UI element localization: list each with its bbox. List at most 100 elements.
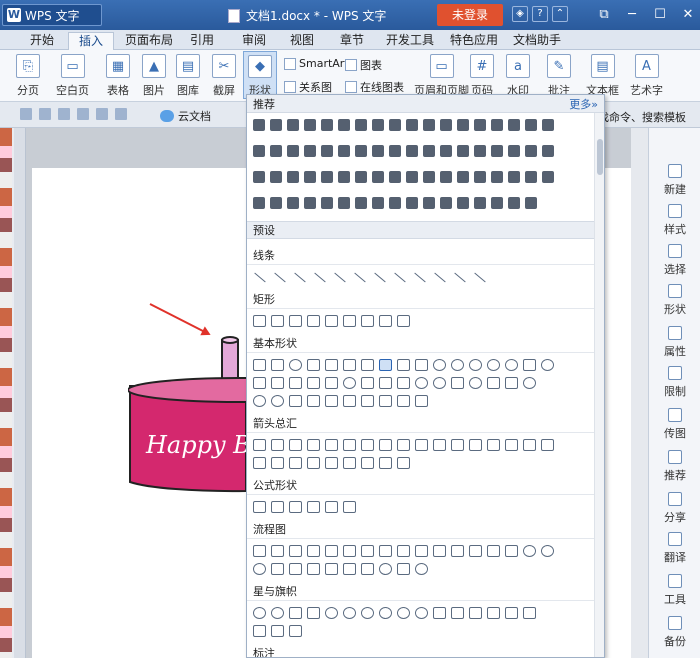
flowchart-shape-icon[interactable]: [289, 563, 302, 575]
shape-icon[interactable]: [474, 119, 486, 131]
shape-icon[interactable]: [287, 197, 299, 209]
banner-shape-icon[interactable]: [271, 625, 284, 637]
shape-icon[interactable]: [491, 171, 503, 183]
tab-page-layout[interactable]: 页面布局: [115, 32, 183, 50]
shape-icon[interactable]: [287, 171, 299, 183]
banner-shape-icon[interactable]: [451, 607, 464, 619]
shape-icon[interactable]: [508, 197, 520, 209]
flowchart-shape-icon[interactable]: [361, 563, 374, 575]
shape-icon[interactable]: [525, 197, 537, 209]
tab-doc-assistant[interactable]: 文档助手: [503, 32, 571, 50]
flowchart-shape-icon[interactable]: [433, 545, 446, 557]
flowchart-shape-icon[interactable]: [271, 545, 284, 557]
flowchart-shape-icon[interactable]: [379, 563, 392, 575]
shape-icon[interactable]: [389, 171, 401, 183]
arrow-shape-icon[interactable]: [271, 457, 284, 469]
shape-icon[interactable]: [457, 171, 469, 183]
banner-shape-icon[interactable]: [505, 607, 518, 619]
flowchart-shape-icon[interactable]: [505, 545, 518, 557]
page-number-button[interactable]: # 页码: [470, 54, 494, 98]
arrow-shape-icon[interactable]: [397, 457, 410, 469]
chart-button[interactable]: 图表: [345, 57, 382, 73]
banner-shape-icon[interactable]: [469, 607, 482, 619]
arrow-shape-icon[interactable]: [451, 439, 464, 451]
star-shape-icon[interactable]: [271, 607, 284, 619]
heart-shape-icon[interactable]: [487, 377, 500, 389]
shapes-button[interactable]: ◆ 形状: [243, 51, 277, 99]
arrow-shape-icon[interactable]: [343, 439, 356, 451]
arrow-shape-icon[interactable]: [379, 457, 392, 469]
arrow-shape-icon[interactable]: [307, 457, 320, 469]
basic-shape-icon[interactable]: [451, 377, 464, 389]
flowchart-shape-icon[interactable]: [271, 563, 284, 575]
basic-shape-icon[interactable]: [271, 377, 284, 389]
rect-shape-icon[interactable]: [379, 315, 392, 327]
redo-icon[interactable]: [115, 108, 127, 120]
textbox-button[interactable]: ▤ 文本框: [586, 54, 619, 98]
relation-button[interactable]: 关系图: [284, 79, 332, 95]
shape-icon[interactable]: [338, 119, 350, 131]
sidepanel-properties[interactable]: 属性: [649, 326, 700, 359]
rect-shape-icon[interactable]: [307, 315, 320, 327]
shape-icon[interactable]: [355, 197, 367, 209]
shape-icon[interactable]: [270, 145, 282, 157]
maximize-icon[interactable]: ☐: [646, 4, 674, 26]
star-shape-icon[interactable]: [307, 607, 320, 619]
shape-icon[interactable]: [525, 145, 537, 157]
arrow-shape-icon[interactable]: [325, 457, 338, 469]
basic-shape-icon[interactable]: [253, 377, 266, 389]
line-shape-icon[interactable]: [293, 271, 306, 283]
flowchart-shape-icon[interactable]: [523, 545, 536, 557]
shape-icon[interactable]: [440, 171, 452, 183]
basic-shape-icon[interactable]: [289, 377, 302, 389]
flowchart-shape-icon[interactable]: [469, 545, 482, 557]
rect-shape-icon[interactable]: [343, 315, 356, 327]
shape-icon[interactable]: [253, 119, 265, 131]
close-icon[interactable]: ✕: [674, 4, 700, 26]
banner-shape-icon[interactable]: [523, 607, 536, 619]
shape-icon[interactable]: [542, 171, 554, 183]
flowchart-shape-icon[interactable]: [307, 545, 320, 557]
basic-shape-icon[interactable]: [271, 359, 284, 371]
shape-icon[interactable]: [372, 197, 384, 209]
paging-button[interactable]: ⎘ 分页: [16, 54, 40, 98]
shape-icon[interactable]: [304, 119, 316, 131]
dropdown-scrollbar[interactable]: [594, 113, 604, 657]
arrow-shape-icon[interactable]: [253, 457, 266, 469]
flowchart-shape-icon[interactable]: [397, 545, 410, 557]
shape-icon[interactable]: [338, 145, 350, 157]
tab-view[interactable]: 视图: [280, 32, 324, 50]
shape-icon[interactable]: [338, 197, 350, 209]
shape-icon[interactable]: [355, 145, 367, 157]
shape-icon[interactable]: [338, 171, 350, 183]
sun-shape-icon[interactable]: [523, 377, 536, 389]
sidepanel-upload-image[interactable]: 传图: [649, 408, 700, 441]
gallery-button[interactable]: ▤ 图库: [176, 54, 200, 98]
shape-icon[interactable]: [321, 171, 333, 183]
arrow-shape-icon[interactable]: [415, 439, 428, 451]
cake-drawing[interactable]: Happy B: [128, 336, 246, 506]
basic-shape-icon[interactable]: [343, 395, 356, 407]
shape-icon[interactable]: [491, 119, 503, 131]
basic-shape-icon[interactable]: [307, 359, 320, 371]
star-shape-icon[interactable]: [361, 607, 374, 619]
flowchart-shape-icon[interactable]: [253, 563, 266, 575]
shape-icon[interactable]: [389, 197, 401, 209]
arrow-shape-icon[interactable]: [469, 439, 482, 451]
shape-icon[interactable]: [542, 119, 554, 131]
flowchart-shape-icon[interactable]: [541, 545, 554, 557]
shape-icon[interactable]: [321, 197, 333, 209]
minus-shape-icon[interactable]: [271, 501, 284, 513]
basic-shape-icon[interactable]: [541, 359, 554, 371]
arrow-shape-icon[interactable]: [289, 439, 302, 451]
flowchart-shape-icon[interactable]: [451, 545, 464, 557]
shape-icon[interactable]: [508, 171, 520, 183]
shape-icon[interactable]: [287, 145, 299, 157]
arrow-shape-icon[interactable]: [289, 457, 302, 469]
skin-icon[interactable]: ◈: [512, 6, 528, 22]
shape-icon[interactable]: [474, 197, 486, 209]
divide-shape-icon[interactable]: [307, 501, 320, 513]
rect-shape-icon[interactable]: [361, 315, 374, 327]
tab-start[interactable]: 开始: [20, 32, 64, 50]
document-scrollbar[interactable]: [631, 128, 648, 658]
